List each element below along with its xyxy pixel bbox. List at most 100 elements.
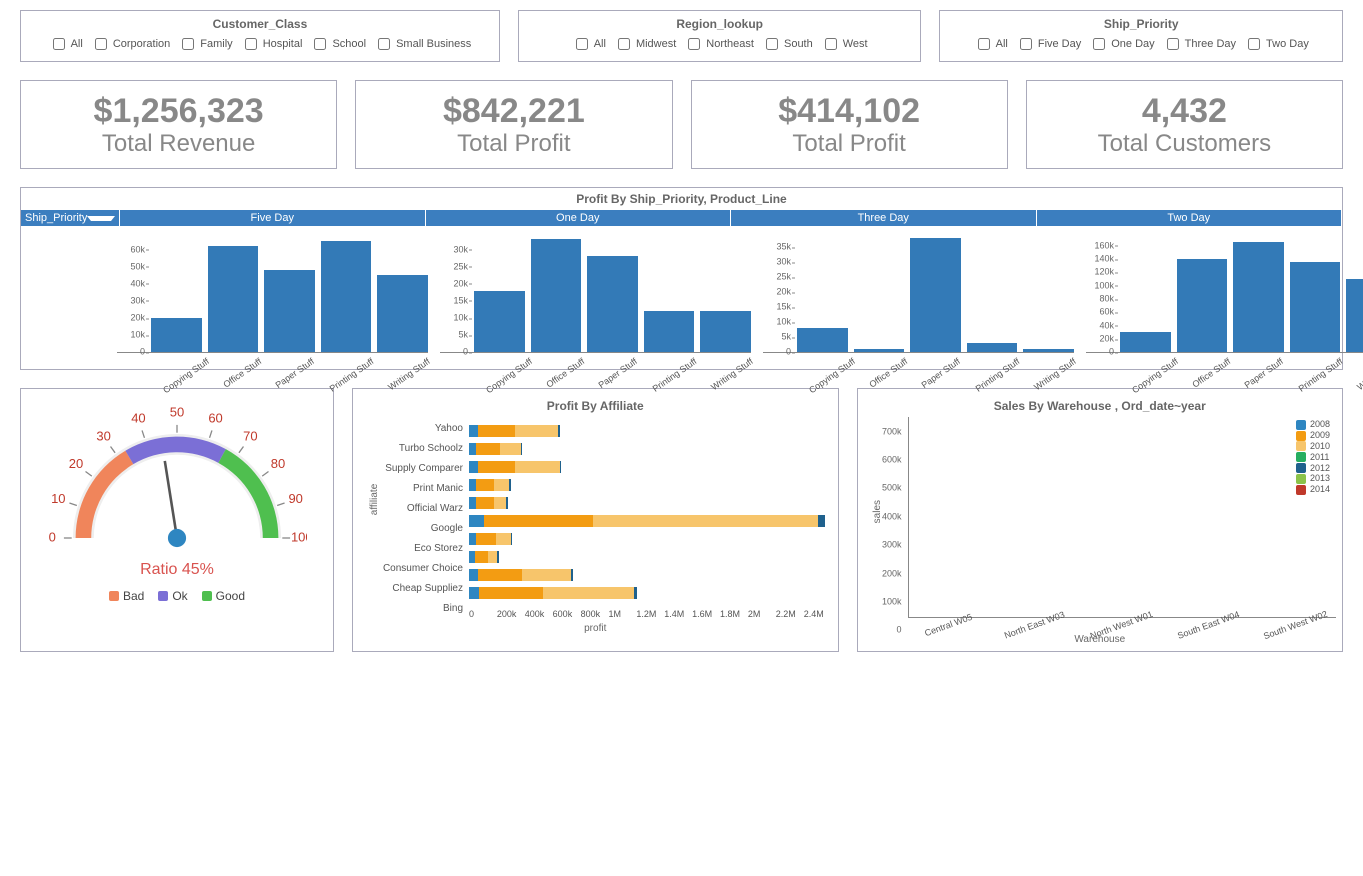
filter-option[interactable]: Three Day bbox=[1163, 35, 1236, 53]
ship-priority-mini-chart: 05k10k15k20k25k30k35kCopying StuffOffice… bbox=[757, 232, 1080, 365]
y-tick-label: 25k bbox=[454, 262, 469, 271]
filter-option[interactable]: All bbox=[572, 35, 606, 53]
bar-segment bbox=[515, 461, 560, 473]
filter-option[interactable]: Small Business bbox=[374, 35, 471, 53]
affiliate-label: Supply Comparer bbox=[359, 463, 469, 474]
kpi-label: Total Profit bbox=[362, 130, 665, 158]
bar bbox=[910, 238, 961, 352]
bar bbox=[967, 343, 1018, 352]
bar bbox=[644, 311, 695, 352]
ship-priority-mini-chart: 05k10k15k20k25k30kCopying StuffOffice St… bbox=[434, 232, 757, 365]
filter-option[interactable]: Corporation bbox=[91, 35, 170, 53]
gauge-legend-item: Good bbox=[202, 589, 245, 603]
filter-checkbox[interactable] bbox=[1248, 38, 1260, 50]
y-tick-label: 600k bbox=[882, 456, 902, 465]
filter-option[interactable]: One Day bbox=[1089, 35, 1154, 53]
x-tick-label: 0 bbox=[469, 609, 497, 619]
filter-option[interactable]: Two Day bbox=[1244, 35, 1309, 53]
bar-segment bbox=[818, 515, 825, 527]
ship-priority-mini-chart: 010k20k30k40k50k60kCopying StuffOffice S… bbox=[111, 232, 434, 365]
kpi-value: $414,102 bbox=[698, 93, 1001, 130]
filter-option[interactable]: Family bbox=[178, 35, 232, 53]
y-tick-label: 30k bbox=[454, 245, 469, 254]
filter-checkbox[interactable] bbox=[766, 38, 778, 50]
bar-segment bbox=[515, 425, 558, 437]
affiliate-row: Google bbox=[469, 513, 826, 529]
filter-title: Region_lookup bbox=[529, 17, 911, 31]
filter-option-label: Two Day bbox=[1266, 38, 1309, 50]
filter-checkbox[interactable] bbox=[378, 38, 390, 50]
kpi-label: Total Profit bbox=[698, 130, 1001, 158]
bar bbox=[587, 256, 638, 352]
ship-priority-col-header: Five Day bbox=[120, 210, 426, 226]
filter-checkbox[interactable] bbox=[53, 38, 65, 50]
filter-option[interactable]: All bbox=[974, 35, 1008, 53]
filter-option[interactable]: All bbox=[49, 35, 83, 53]
filter-checkbox[interactable] bbox=[978, 38, 990, 50]
x-tick-label: 1.4M bbox=[664, 609, 692, 619]
filter-checkbox[interactable] bbox=[1093, 38, 1105, 50]
filter-checkbox[interactable] bbox=[1020, 38, 1032, 50]
filter-checkbox[interactable] bbox=[825, 38, 837, 50]
kpi-card: $1,256,323Total Revenue bbox=[20, 80, 337, 169]
y-tick-label: 0 bbox=[786, 348, 791, 357]
filter-checkbox[interactable] bbox=[688, 38, 700, 50]
filter-option[interactable]: Hospital bbox=[241, 35, 303, 53]
legend-item: 2011 bbox=[1296, 452, 1330, 463]
filter-option[interactable]: Five Day bbox=[1016, 35, 1081, 53]
legend-item: 2012 bbox=[1296, 463, 1330, 474]
y-tick-label: 0 bbox=[896, 626, 901, 635]
filter-option-label: All bbox=[594, 38, 606, 50]
bar-segment bbox=[634, 587, 637, 599]
filter-option[interactable]: South bbox=[762, 35, 813, 53]
bar bbox=[264, 270, 315, 352]
filter-checkbox[interactable] bbox=[314, 38, 326, 50]
affiliate-label: Turbo Schoolz bbox=[359, 443, 469, 454]
bar bbox=[377, 275, 428, 352]
legend-item: 2013 bbox=[1296, 473, 1330, 484]
filter-checkbox[interactable] bbox=[618, 38, 630, 50]
bar-segment bbox=[478, 569, 523, 581]
bar-segment bbox=[521, 443, 522, 455]
bar-segment bbox=[478, 425, 515, 437]
filter-title: Ship_Priority bbox=[950, 17, 1332, 31]
filter-option[interactable]: School bbox=[310, 35, 366, 53]
y-tick-label: 120k bbox=[1095, 268, 1115, 277]
affiliate-label: Cheap Suppliez bbox=[359, 583, 469, 594]
x-tick-label: 2.2M bbox=[776, 609, 804, 619]
y-tick-label: 100k bbox=[882, 598, 902, 607]
bar-segment bbox=[475, 551, 488, 563]
filter-checkbox[interactable] bbox=[182, 38, 194, 50]
bar-segment bbox=[476, 443, 500, 455]
filter-checkbox[interactable] bbox=[95, 38, 107, 50]
gauge-legend-item: Ok bbox=[158, 589, 187, 603]
bar bbox=[151, 318, 202, 352]
ship-priority-corner[interactable]: Ship_Priority bbox=[21, 210, 120, 226]
filter-option[interactable]: Northeast bbox=[684, 35, 754, 53]
bar-segment bbox=[469, 443, 476, 455]
bar-segment bbox=[509, 479, 510, 491]
x-tick-label: 2.4M bbox=[804, 609, 832, 619]
y-tick-label: 400k bbox=[882, 512, 902, 521]
filter-checkbox[interactable] bbox=[576, 38, 588, 50]
filter-option[interactable]: Midwest bbox=[614, 35, 676, 53]
y-tick-label: 50k bbox=[130, 262, 145, 271]
y-tick-label: 100k bbox=[1095, 281, 1115, 290]
filter-option[interactable]: West bbox=[821, 35, 868, 53]
bar bbox=[1290, 262, 1341, 352]
legend-item: 2010 bbox=[1296, 441, 1330, 452]
filter-checkbox[interactable] bbox=[245, 38, 257, 50]
bar-segment bbox=[476, 533, 495, 545]
legend-item: 2008 bbox=[1296, 419, 1330, 430]
y-tick-label: 60k bbox=[130, 245, 145, 254]
svg-text:20: 20 bbox=[69, 456, 83, 471]
y-tick-label: 60k bbox=[1100, 308, 1115, 317]
y-tick-label: 500k bbox=[882, 484, 902, 493]
bar-segment bbox=[497, 551, 498, 563]
affiliate-label: Yahoo bbox=[359, 423, 469, 434]
affiliate-row: Yahoo bbox=[469, 423, 826, 439]
filter-option-label: Three Day bbox=[1185, 38, 1236, 50]
filter-checkbox[interactable] bbox=[1167, 38, 1179, 50]
x-category-label: Writing Stuff bbox=[386, 355, 433, 392]
y-tick-label: 20k bbox=[777, 288, 792, 297]
